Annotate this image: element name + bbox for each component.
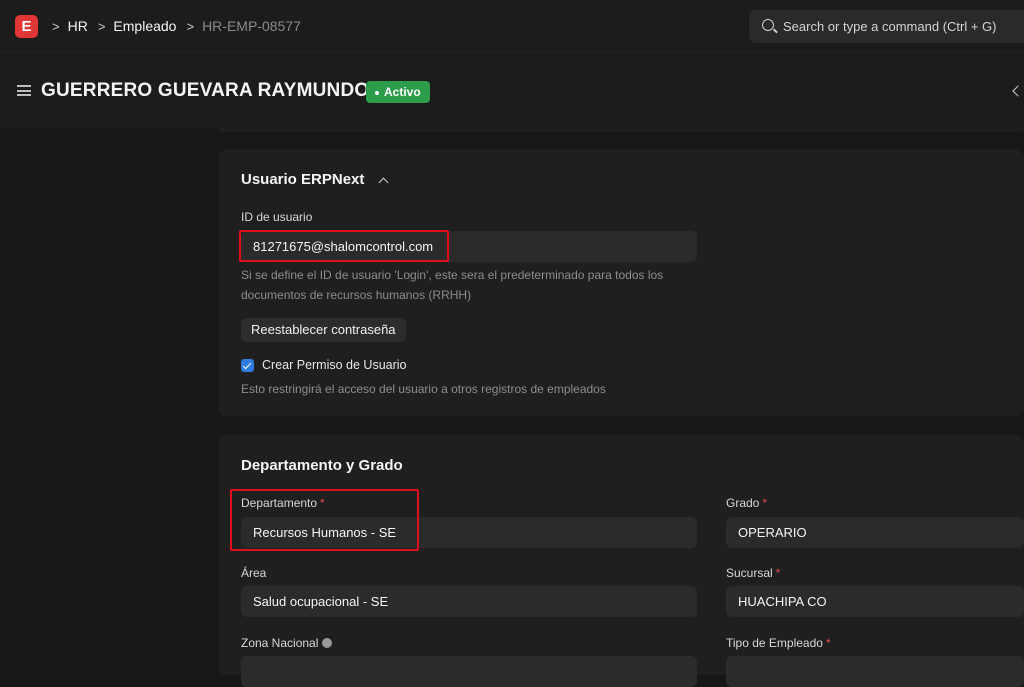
search-bar[interactable]: Search or type a command (Ctrl + G) xyxy=(749,10,1024,43)
chevron-left-icon[interactable] xyxy=(1012,85,1024,97)
area-label: Área xyxy=(241,566,267,580)
grade-label: Grado * xyxy=(726,496,767,510)
area-field[interactable]: Salud ocupacional - SE xyxy=(241,586,697,617)
zone-field[interactable] xyxy=(241,656,697,687)
create-permission-help: Esto restringirá el acceso del usuario a… xyxy=(241,382,606,396)
menu-icon[interactable] xyxy=(17,85,31,96)
top-navbar: E > HR > Empleado > HR-EMP-08577 Search … xyxy=(0,0,1024,52)
create-permission-label[interactable]: Crear Permiso de Usuario xyxy=(262,358,407,372)
branch-label: Sucursal * xyxy=(726,566,780,580)
employee-type-label: Tipo de Empleado * xyxy=(726,636,831,650)
section-title-user[interactable]: Usuario ERPNext xyxy=(241,171,364,188)
reset-password-button[interactable]: Reestablecer contraseña xyxy=(241,318,406,342)
user-id-help-line1: Si se define el ID de usuario 'Login', e… xyxy=(241,268,664,282)
status-label: Activo xyxy=(384,85,421,99)
chevron-right-icon: > xyxy=(186,18,195,34)
search-icon xyxy=(762,19,774,31)
status-badge: Activo xyxy=(366,81,430,103)
globe-icon xyxy=(322,637,333,648)
user-section-card: Usuario ERPNext ID de usuario 81271675@s… xyxy=(218,150,1024,416)
previous-section-edge xyxy=(218,128,1024,132)
employee-type-label-text: Tipo de Empleado xyxy=(726,636,823,650)
highlight-box-department xyxy=(230,489,419,551)
zone-label-text: Zona Nacional xyxy=(241,636,319,650)
required-asterisk: * xyxy=(825,636,831,650)
grade-label-text: Grado xyxy=(726,496,760,510)
branch-label-text: Sucursal xyxy=(726,566,773,580)
page-title: GUERRERO GUEVARA RAYMUNDO xyxy=(41,80,370,101)
user-id-help: Si se define el ID de usuario 'Login', e… xyxy=(241,265,663,305)
grade-field[interactable]: OPERARIO xyxy=(726,517,1024,548)
chevron-up-icon[interactable] xyxy=(378,177,389,188)
breadcrumb-hr[interactable]: HR xyxy=(68,18,88,34)
breadcrumb-empleado[interactable]: Empleado xyxy=(113,18,176,34)
required-asterisk: * xyxy=(775,566,781,580)
chevron-right-icon: > xyxy=(97,18,106,34)
breadcrumb-current[interactable]: HR-EMP-08577 xyxy=(202,18,301,34)
section-title-department[interactable]: Departamento y Grado xyxy=(241,457,403,474)
user-id-help-line2: documentos de recursos humanos (RRHH) xyxy=(241,288,472,302)
search-placeholder: Search or type a command (Ctrl + G) xyxy=(783,19,997,34)
department-section-card: Departamento y Grado Departamento * Recur… xyxy=(218,435,1024,687)
app-logo[interactable]: E xyxy=(15,15,38,38)
user-id-label: ID de usuario xyxy=(241,210,313,224)
highlight-box-user-id xyxy=(239,230,449,262)
create-permission-checkbox[interactable] xyxy=(241,359,254,372)
page-header: GUERRERO GUEVARA RAYMUNDO Activo xyxy=(0,52,1024,128)
required-asterisk: * xyxy=(762,496,768,510)
status-dot-icon xyxy=(375,90,379,95)
branch-field[interactable]: HUACHIPA CO xyxy=(726,586,1024,617)
chevron-right-icon: > xyxy=(52,18,60,34)
zone-label: Zona Nacional xyxy=(241,636,333,650)
breadcrumb: > HR > Empleado > HR-EMP-08577 xyxy=(52,18,311,34)
employee-type-field[interactable] xyxy=(726,656,1024,687)
